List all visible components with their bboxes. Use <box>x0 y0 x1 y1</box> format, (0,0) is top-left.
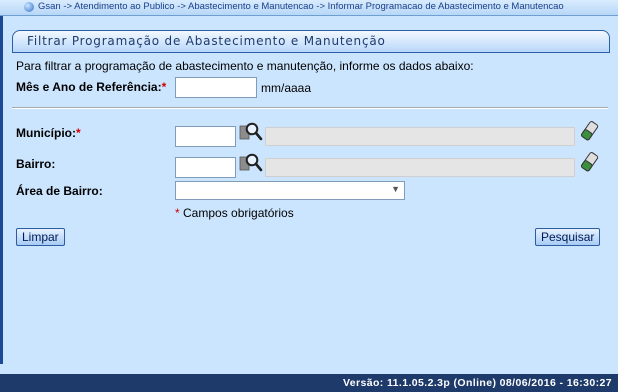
footer: Versão: 11.1.05.2.3p (Online) 08/06/2016… <box>0 374 618 392</box>
bairro-description-field <box>265 158 575 177</box>
bairro-clear-eraser-icon[interactable] <box>581 152 599 172</box>
required-mark: * <box>161 80 167 94</box>
mes-ano-label: Mês e Ano de Referência:* <box>16 80 166 94</box>
required-mark: * <box>175 206 180 220</box>
municipio-search-icon[interactable] <box>239 121 263 141</box>
municipio-clear-eraser-icon[interactable] <box>581 121 599 141</box>
breadcrumb-text[interactable]: Gsan -> Atendimento ao Publico -> Abaste… <box>38 1 564 12</box>
dropdown-arrow-icon[interactable]: ▼ <box>391 184 400 194</box>
municipio-label-text: Município: <box>16 126 76 140</box>
municipio-label: Município:* <box>16 126 81 140</box>
form-title: Filtrar Programação de Abastecimento e M… <box>27 34 386 48</box>
required-note-text: Campos obrigatórios <box>183 206 294 220</box>
globe-icon <box>24 2 34 12</box>
area-bairro-select[interactable]: ▼ <box>175 181 405 200</box>
breadcrumb: Gsan -> Atendimento ao Publico -> Abaste… <box>0 0 618 16</box>
bairro-label: Bairro: <box>16 157 56 171</box>
mes-ano-hint: mm/aaaa <box>261 81 312 95</box>
left-border <box>0 16 3 364</box>
bairro-code-input[interactable] <box>175 157 236 178</box>
municipio-code-input[interactable] <box>175 126 236 147</box>
municipio-description-field <box>265 127 575 146</box>
area-bairro-label: Área de Bairro: <box>16 184 103 198</box>
mes-ano-input[interactable] <box>175 77 257 98</box>
bairro-search-icon[interactable] <box>239 152 263 172</box>
required-mark: * <box>76 126 81 140</box>
divider <box>12 107 608 109</box>
required-note: * Campos obrigatórios <box>175 206 294 220</box>
form-title-bar: Filtrar Programação de Abastecimento e M… <box>12 30 610 53</box>
form-bottom <box>3 364 618 374</box>
mes-ano-label-text: Mês e Ano de Referência: <box>16 80 162 94</box>
search-button[interactable]: Pesquisar <box>535 228 601 246</box>
version-text: Versão: 11.1.05.2.3p (Online) 08/06/2016… <box>342 377 612 389</box>
clear-button[interactable]: Limpar <box>16 228 65 246</box>
instructions-text: Para filtrar a programação de abastecime… <box>16 59 474 73</box>
